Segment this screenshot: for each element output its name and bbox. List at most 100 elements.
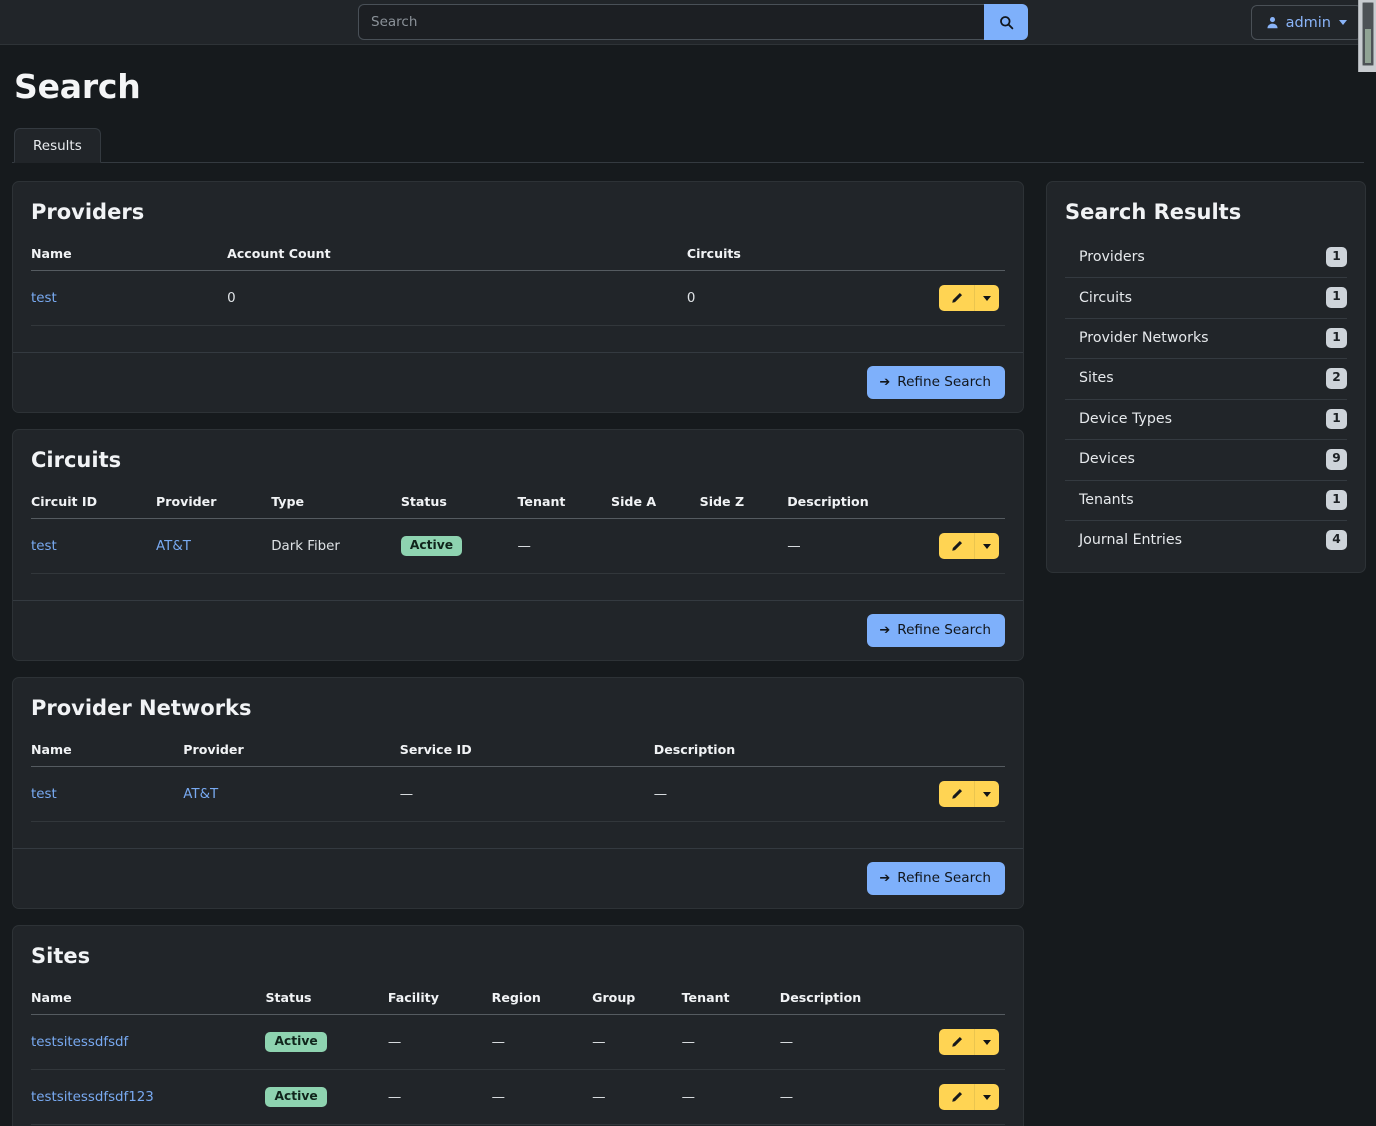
table-cell: —	[592, 1014, 682, 1070]
row-actions	[939, 781, 999, 807]
sidebar-item-tenants[interactable]: Tenants 1	[1065, 481, 1347, 521]
table-cell: —	[787, 518, 939, 574]
user-menu-button[interactable]: admin	[1250, 5, 1362, 40]
results-table: Circuit ID Provider Type Status Tenant Side A…	[31, 494, 1005, 574]
record-link[interactable]: AT&T	[183, 787, 218, 802]
scrollbar-thumb[interactable]	[1362, 2, 1374, 66]
row-actions-dropdown-button[interactable]	[975, 533, 999, 559]
content-layout: Providers Name Account Count Circuits test 0 0…	[12, 181, 1366, 1126]
table-head: Name Account Count Circuits	[31, 246, 1005, 271]
row-actions-dropdown-button[interactable]	[975, 781, 999, 807]
sidebar-item-journal-entries[interactable]: Journal Entries 4	[1065, 521, 1347, 560]
refine-search-button[interactable]: ➔ Refine Search	[867, 862, 1005, 895]
table-body: test 0 0	[31, 270, 1005, 326]
search-input[interactable]	[358, 4, 984, 40]
table-cell: AT&T	[183, 766, 400, 822]
column-header: Circuits	[686, 246, 939, 271]
search-submit-button[interactable]	[984, 4, 1028, 40]
record-link[interactable]: testsitessdfsdf123	[31, 1090, 154, 1105]
column-header: Tenant	[681, 990, 780, 1015]
pencil-icon	[952, 788, 963, 799]
sidebar-item-device-types[interactable]: Device Types 1	[1065, 400, 1347, 441]
result-card-sites: Sites Name Status Facility Region Group Tenant…	[12, 925, 1024, 1126]
refine-search-label: Refine Search	[897, 374, 991, 390]
vertical-scrollbar[interactable]	[1358, 0, 1376, 72]
refine-search-button[interactable]: ➔ Refine Search	[867, 614, 1005, 647]
sidebar-item-label: Circuits	[1079, 289, 1133, 306]
column-header: Description	[779, 990, 939, 1015]
row-actions	[939, 1029, 999, 1055]
table-row: testsitessdfsdf Active — — — — —	[31, 1014, 1005, 1070]
table-cell: —	[387, 1014, 492, 1070]
table-head: Circuit ID Provider Type Status Tenant Side A…	[31, 494, 1005, 519]
sidebar-item-label: Devices	[1079, 451, 1135, 468]
row-actions-dropdown-button[interactable]	[975, 1029, 999, 1055]
column-header: Group	[592, 990, 682, 1015]
sidebar-item-count: 9	[1326, 449, 1347, 470]
pencil-icon	[952, 1091, 963, 1102]
table-cell	[611, 518, 700, 574]
row-actions-dropdown-button[interactable]	[975, 1084, 999, 1110]
card-body: Provider Networks Name Provider Service ID D…	[13, 678, 1023, 848]
column-header: Name	[31, 990, 266, 1015]
actions-cell	[939, 518, 1005, 574]
table-cell: —	[681, 1069, 780, 1125]
refine-search-label: Refine Search	[897, 622, 991, 638]
edit-button[interactable]	[939, 285, 975, 311]
results-table: Name Provider Service ID Description test AT&…	[31, 742, 1005, 822]
results-table: Name Account Count Circuits test 0 0	[31, 246, 1005, 326]
row-actions	[939, 1084, 999, 1110]
search-results-title: Search Results	[1065, 200, 1242, 224]
record-link[interactable]: test	[31, 291, 57, 306]
card-footer: ➔ Refine Search	[13, 352, 1023, 412]
sidebar-item-circuits[interactable]: Circuits 1	[1065, 278, 1347, 319]
sidebar-item-sites[interactable]: Sites 2	[1065, 359, 1347, 400]
refine-search-button[interactable]: ➔ Refine Search	[867, 366, 1005, 399]
record-link[interactable]: test	[31, 787, 57, 802]
card-title: Sites	[31, 944, 91, 968]
table-head: Name Status Facility Region Group Tenant Descr…	[31, 990, 1005, 1015]
status-badge: Active	[265, 1086, 327, 1108]
sidebar-item-label: Device Types	[1079, 410, 1173, 427]
record-link[interactable]: AT&T	[156, 539, 191, 554]
actions-cell	[939, 1069, 1005, 1125]
edit-button[interactable]	[939, 781, 975, 807]
sidebar-item-label: Provider Networks	[1079, 330, 1209, 347]
sidebar-item-count: 1	[1326, 327, 1347, 349]
pencil-icon	[952, 292, 963, 303]
table-body: test AT&T Dark Fiber Active — —	[31, 518, 1005, 574]
table-cell: —	[653, 766, 939, 822]
table-head: Name Provider Service ID Description	[31, 742, 1005, 767]
column-header	[939, 990, 1005, 1015]
record-link[interactable]: testsitessdfsdf	[31, 1035, 128, 1050]
column-header: Description	[653, 742, 939, 767]
column-header: Provider	[156, 494, 272, 519]
row-actions-dropdown-button[interactable]	[975, 285, 999, 311]
tab-results[interactable]: Results	[14, 128, 101, 163]
global-search	[358, 4, 1028, 40]
pencil-icon	[952, 1036, 963, 1047]
edit-button[interactable]	[939, 1084, 975, 1110]
record-link[interactable]: test	[31, 539, 57, 554]
column-header: Facility	[387, 990, 492, 1015]
table-cell: Active	[265, 1069, 388, 1125]
card-title: Provider Networks	[31, 696, 252, 720]
table-cell: test	[31, 518, 157, 574]
table-cell: testsitessdfsdf123	[31, 1069, 266, 1125]
sidebar-item-providers[interactable]: Providers 1	[1065, 238, 1347, 279]
column-header: Region	[491, 990, 593, 1015]
sidebar-item-devices[interactable]: Devices 9	[1065, 440, 1347, 481]
edit-button[interactable]	[939, 533, 975, 559]
table-cell: —	[399, 766, 654, 822]
search-results-panel: Search Results Providers 1 Circuits 1 Provid…	[1046, 181, 1366, 574]
edit-button[interactable]	[939, 1029, 975, 1055]
caret-down-icon	[983, 1039, 991, 1045]
table-cell: —	[517, 518, 612, 574]
sidebar-item-provider-networks[interactable]: Provider Networks 1	[1065, 319, 1347, 360]
result-card-circuits: Circuits Circuit ID Provider Type Status Tena…	[12, 429, 1024, 661]
row-actions	[939, 533, 999, 559]
table-cell: —	[681, 1014, 780, 1070]
sidebar-item-label: Providers	[1079, 249, 1145, 266]
table-cell: Dark Fiber	[271, 518, 401, 574]
table-body: test AT&T — —	[31, 766, 1005, 822]
